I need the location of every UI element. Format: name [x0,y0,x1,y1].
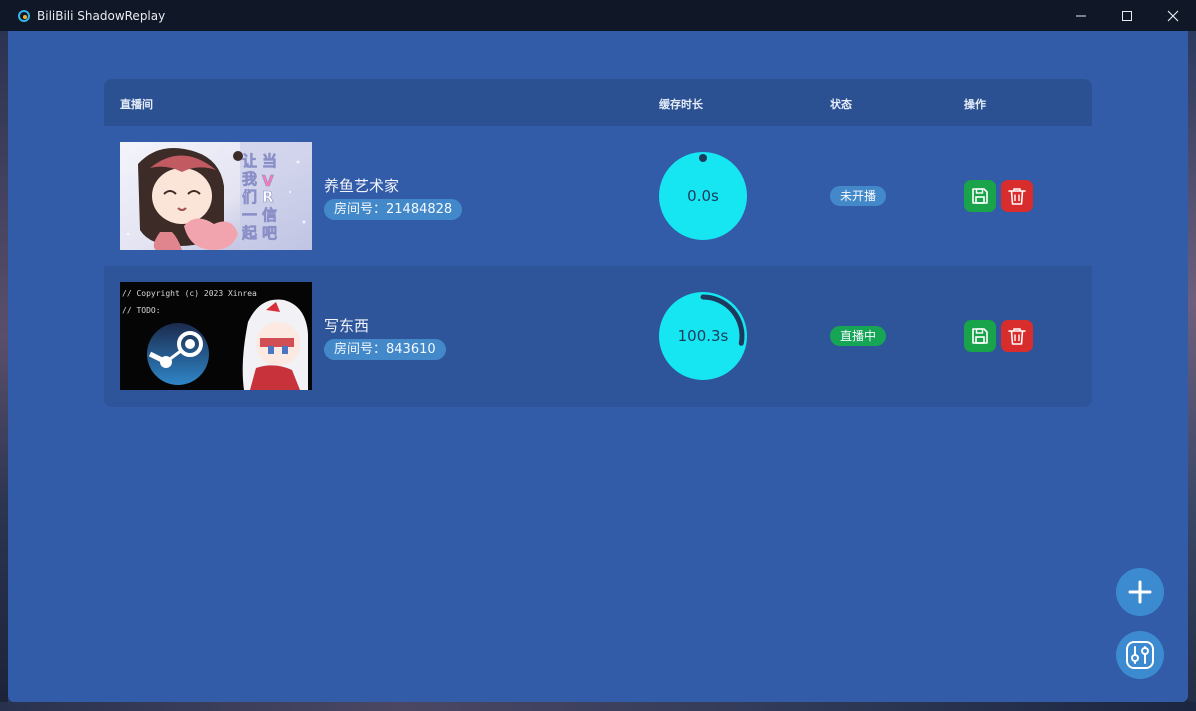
svg-text:当: 当 [262,152,277,170]
status-badge: 直播中 [830,326,887,346]
svg-text:信: 信 [262,206,277,224]
cover-code-line2: // TODO: [122,306,161,315]
svg-text:我: 我 [242,170,257,188]
close-button[interactable] [1150,0,1196,31]
svg-text:吧: 吧 [262,224,277,242]
header-status: 状态 [830,98,852,111]
maximize-icon [1122,10,1132,21]
cache-gauge: 100.3s [658,291,748,381]
add-room-button[interactable] [1116,568,1164,616]
window-controls [1058,0,1196,31]
main-window: 直播间 缓存时长 状态 操作 当 V R 信 吧 让 我 们 一 起 养鱼艺术家… [8,31,1188,702]
svg-text:R: R [262,188,274,206]
table-row: 当 V R 信 吧 让 我 们 一 起 养鱼艺术家 房间号：21484828 0… [104,126,1092,266]
sliders-icon [1126,641,1154,669]
header-cache: 缓存时长 [659,98,703,111]
window-title: BiliBili ShadowReplay [37,8,166,23]
maximize-button[interactable] [1104,0,1150,31]
app-logo-icon [18,9,30,22]
title-bar: BiliBili ShadowReplay [0,0,1196,31]
room-cover-image: // Copyright (c) 2023 Xinrea // TODO: [120,282,312,390]
plus-icon [1128,580,1152,604]
room-table: 直播间 缓存时长 状态 操作 当 V R 信 吧 让 我 们 一 起 养鱼艺术家… [104,79,1092,407]
minimize-icon [1076,15,1086,16]
delete-button[interactable] [1001,320,1033,352]
save-button[interactable] [964,320,996,352]
close-icon [1167,10,1179,21]
settings-button[interactable] [1116,631,1164,679]
header-room: 直播间 [120,98,153,111]
cache-duration: 100.3s [677,327,729,345]
table-row: // Copyright (c) 2023 Xinrea // TODO: 写东… [104,266,1092,407]
svg-text:让: 让 [242,152,257,170]
trash-icon [1008,328,1026,345]
trash-icon [1008,188,1026,205]
cache-duration: 0.0s [687,187,719,205]
desktop-wallpaper-bottom [0,702,1196,711]
cache-gauge: 0.0s [658,151,748,241]
desktop-wallpaper-left [0,31,8,711]
room-title: 写东西 [324,317,370,335]
delete-button[interactable] [1001,180,1033,212]
minimize-button[interactable] [1058,0,1104,31]
header-actions: 操作 [964,98,986,111]
save-button[interactable] [964,180,996,212]
table-header: 直播间 缓存时长 状态 操作 [104,79,1092,126]
room-id-badge: 房间号：843610 [324,339,446,360]
save-icon [972,188,988,204]
room-id-badge: 房间号：21484828 [324,199,463,220]
svg-text:们: 们 [242,188,257,206]
status-badge: 未开播 [830,186,887,206]
svg-text:一: 一 [242,206,257,224]
save-icon [972,328,988,344]
room-title: 养鱼艺术家 [324,177,400,195]
desktop-wallpaper-right [1188,31,1196,711]
svg-text:起: 起 [241,224,258,242]
cover-code-line1: // Copyright (c) 2023 Xinrea [122,289,257,298]
room-cover-image: 当 V R 信 吧 让 我 们 一 起 [120,142,312,250]
